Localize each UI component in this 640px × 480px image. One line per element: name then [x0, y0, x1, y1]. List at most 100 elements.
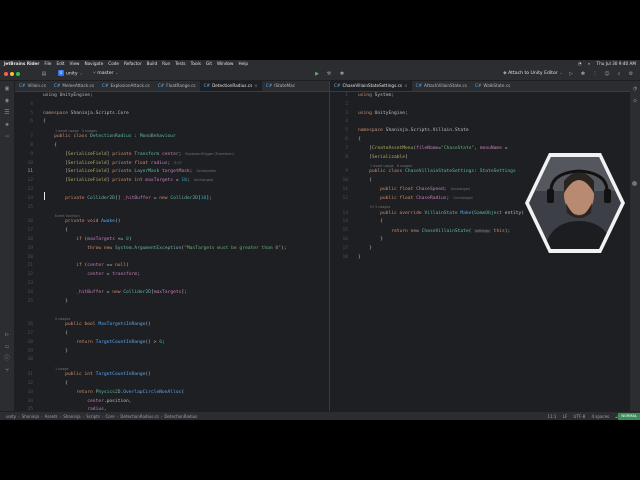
search-icon[interactable]: ⌕	[588, 61, 590, 66]
code-line[interactable]: return Physics2D.OverlapCircleNonAlloc(	[43, 389, 184, 398]
line-number[interactable]: 22	[15, 271, 33, 280]
line-number[interactable]: 9	[330, 168, 348, 177]
code-line[interactable]: if (center == null)	[43, 262, 129, 271]
problems-icon[interactable]: ⓘ	[3, 355, 11, 363]
code-line[interactable]: using UnityEngine;	[358, 110, 408, 119]
more-tools-icon[interactable]: ⋯	[3, 133, 11, 141]
code-line[interactable]: namespace Shaninja.Scripts.Core	[43, 110, 129, 119]
code-line[interactable]: using System;	[358, 92, 394, 101]
close-window-button[interactable]	[4, 72, 8, 76]
line-number[interactable]: 1	[330, 92, 348, 101]
line-number[interactable]: 11	[15, 168, 33, 177]
more-icon[interactable]: ⋮	[591, 70, 599, 78]
line-number[interactable]: 32	[15, 380, 33, 389]
run-config-icon[interactable]: ▷	[567, 70, 575, 78]
code-line[interactable]: return new ChaseVillainState( settings: …	[358, 227, 510, 236]
left-tab-2[interactable]: C# ExplosionAttack.cs	[98, 81, 154, 91]
line-number[interactable]: 4	[15, 101, 33, 110]
code-line[interactable]: [SerializeField] private LayerMask targe…	[43, 168, 216, 177]
notifications-icon[interactable]: ◔	[631, 85, 639, 93]
code-line[interactable]: [SerializeField] private Transform cente…	[43, 151, 234, 160]
unity-explorer-icon[interactable]: ◈	[3, 121, 11, 129]
explorer-icon[interactable]: ▣	[3, 85, 11, 93]
wifi-icon[interactable]: ◔	[578, 61, 582, 66]
line-number[interactable]: 33	[15, 389, 33, 398]
settings-icon[interactable]: ⚙	[627, 70, 635, 78]
code-line[interactable]: using UnityEngine;	[43, 92, 93, 101]
menu-item-edit[interactable]: Edit	[56, 61, 64, 66]
breadcrumb-item[interactable]: Shaninja	[63, 414, 80, 419]
build-icon[interactable]: ⚒	[325, 70, 333, 78]
breadcrumb-item[interactable]: unity	[6, 414, 16, 419]
line-number[interactable]: 25	[15, 298, 33, 307]
line-number[interactable]: 6	[15, 118, 33, 127]
code-line[interactable]: public bool MaxTargetsInRange()	[43, 321, 151, 330]
code-line[interactable]: {	[43, 227, 68, 236]
line-number[interactable]: 31	[15, 371, 33, 380]
commit-icon[interactable]: ◉	[3, 97, 11, 105]
left-editor[interactable]: using UnityEngine; 4 5 namespace Shaninja.S…	[15, 92, 329, 411]
line-number[interactable]: 14	[15, 195, 33, 204]
line-number[interactable]: 17	[330, 245, 348, 254]
zoom-window-button[interactable]	[16, 72, 20, 76]
menu-item-help[interactable]: Help	[238, 61, 248, 66]
line-number[interactable]: 12	[15, 177, 33, 186]
sidebar-toggle-icon[interactable]: ▤	[40, 70, 48, 78]
menu-item-refactor[interactable]: Refactor	[124, 61, 142, 66]
line-number[interactable]: 4	[330, 118, 348, 127]
right-tab-2[interactable]: C# WalkState.cs	[471, 81, 514, 91]
line-number[interactable]: 27	[15, 330, 33, 339]
code-line[interactable]: center.position,	[43, 398, 131, 407]
breadcrumb-item[interactable]: Core	[105, 414, 114, 419]
debug-icon[interactable]: ✱	[338, 70, 346, 78]
line-number[interactable]: 16	[330, 236, 348, 245]
code-line[interactable]: center = transform;	[43, 271, 140, 280]
line-number[interactable]: 30	[15, 356, 33, 365]
project-selector[interactable]: Uunity ⌄	[58, 70, 83, 78]
code-line[interactable]: {	[43, 380, 68, 389]
menu-item-git[interactable]: Git	[206, 61, 212, 66]
code-line[interactable]: private Collider2D[] _hitBuffer = new Co…	[43, 195, 212, 204]
breadcrumb-item[interactable]: Scripts	[86, 414, 100, 419]
line-number[interactable]: 11	[330, 186, 348, 195]
line-number[interactable]: 9	[15, 151, 33, 160]
line-number[interactable]: 7	[330, 145, 348, 154]
left-tab-5[interactable]: C# IStateMac	[262, 81, 299, 91]
code-line[interactable]: }	[358, 245, 372, 254]
line-number[interactable]: 3	[330, 110, 348, 119]
code-line[interactable]: if (maxTargets <= 0)	[43, 236, 131, 245]
git-icon[interactable]: ⑂	[3, 367, 11, 375]
menu-item-navigate[interactable]: Navigate	[84, 61, 103, 66]
code-line[interactable]: [SerializeField] private float radius; 8.…	[43, 160, 182, 169]
line-number[interactable]: 6	[330, 136, 348, 145]
minimize-window-button[interactable]	[10, 72, 14, 76]
menu-item-code[interactable]: Code	[108, 61, 119, 66]
line-number[interactable]: 14	[330, 218, 348, 227]
line-number[interactable]: 13	[330, 210, 348, 219]
database-icon[interactable]: ◇	[631, 97, 639, 105]
run-icon[interactable]: ▶	[313, 70, 321, 78]
line-number[interactable]: 13	[15, 186, 33, 195]
left-tab-0[interactable]: C# Villain.cs	[15, 81, 50, 91]
code-line[interactable]: public float ChaseSpeed; Unchanged	[358, 186, 470, 195]
menu-item-view[interactable]: View	[70, 61, 80, 66]
line-number[interactable]: 10	[15, 160, 33, 169]
search-everywhere-icon[interactable]: ⌕	[615, 70, 623, 78]
line-number[interactable]: 17	[15, 227, 33, 236]
line-number[interactable]: 26	[15, 321, 33, 330]
line-number[interactable]: 5	[15, 110, 33, 119]
status-indent[interactable]: 4 spaces	[591, 414, 609, 419]
code-line[interactable]: return TargetCountInRange() > 0;	[43, 339, 165, 348]
line-number[interactable]: 34	[15, 398, 33, 407]
code-line[interactable]: throw new System.ArgumentException("MaxT…	[43, 245, 286, 254]
breadcrumb-item[interactable]: Assets	[45, 414, 58, 419]
debug-config-icon[interactable]: ✽	[579, 70, 587, 78]
code-line[interactable]: }	[43, 298, 68, 307]
menu-item-tests[interactable]: Tests	[175, 61, 185, 66]
left-tab-4[interactable]: C# DetectionRadius.cs ×	[199, 81, 262, 91]
line-number[interactable]: 23	[15, 280, 33, 289]
left-tab-3[interactable]: C# FloatRange.cs	[154, 81, 200, 91]
line-number[interactable]: 10	[330, 177, 348, 186]
code-line[interactable]: public class DetectionRadius : MonoBehav…	[43, 133, 176, 142]
run-window-icon[interactable]: ▷	[3, 331, 11, 339]
